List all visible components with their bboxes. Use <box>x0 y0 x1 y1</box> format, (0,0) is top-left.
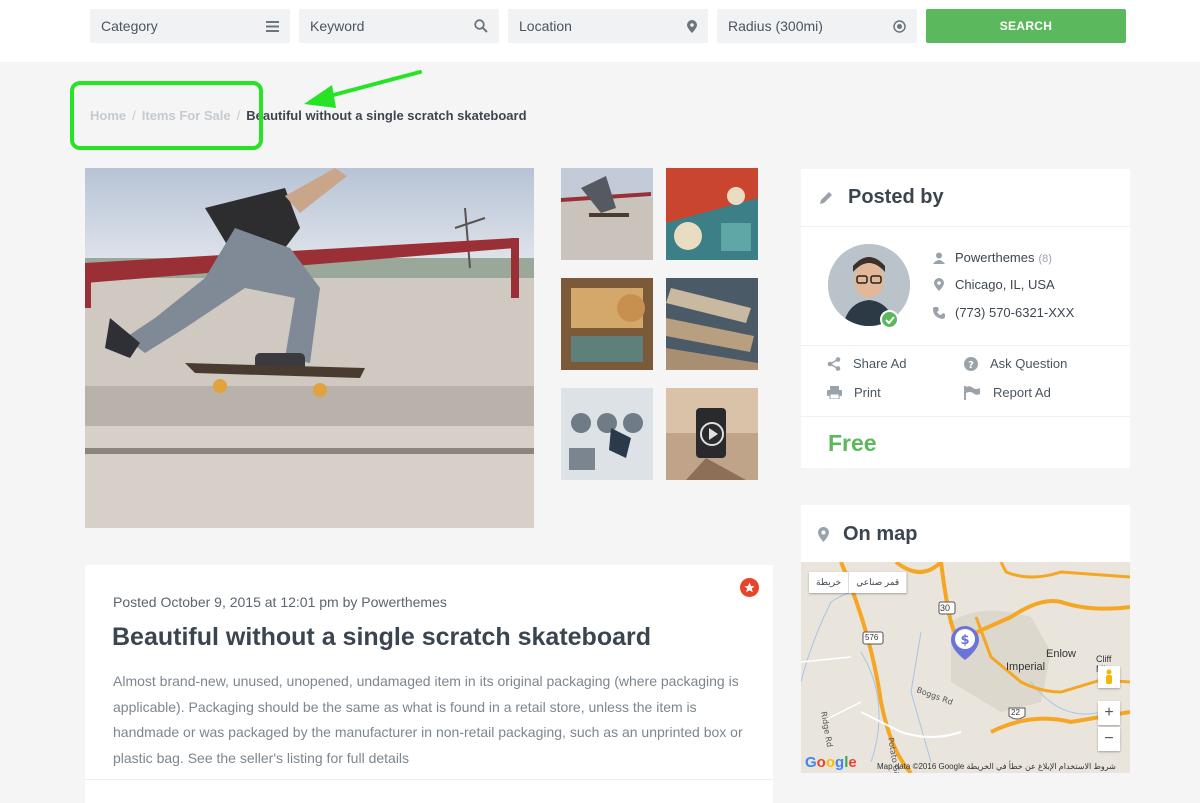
posted-by-heading: Posted by <box>848 186 944 208</box>
annotation-highlight-box <box>70 81 263 150</box>
keyword-placeholder: Keyword <box>310 18 365 34</box>
thumbnail-radio[interactable] <box>561 278 653 370</box>
on-map-heading: On map <box>843 523 918 545</box>
print-label: Print <box>854 385 881 400</box>
listing-title: Beautiful without a single scratch skate… <box>112 623 652 651</box>
menu-icon <box>266 20 279 32</box>
main-listing-photo[interactable] <box>85 168 534 528</box>
listing-details-card: Posted October 9, 2015 at 12:01 pm by Po… <box>85 565 773 803</box>
keyword-input[interactable]: Keyword <box>299 9 499 43</box>
verified-check-icon <box>880 310 899 329</box>
zoom-in-button[interactable]: + <box>1098 701 1120 725</box>
annotation-arrow-icon <box>304 70 422 108</box>
ask-question-button[interactable]: ? Ask Question <box>964 356 1067 371</box>
question-icon: ? <box>964 356 978 371</box>
road-22-label: 22 <box>1011 708 1020 717</box>
map-type-satellite[interactable]: قمر صناعي <box>849 572 908 593</box>
thumbnail-boats[interactable] <box>666 278 758 370</box>
seller-phone-row: (773) 570-6321-XXX <box>933 305 1074 320</box>
price: Free <box>828 430 877 456</box>
ask-question-label: Ask Question <box>990 356 1068 371</box>
map-card: On map $ Potato Garden Run Rd <box>801 505 1130 773</box>
map-pin-icon <box>934 278 944 291</box>
location-input[interactable]: Location <box>508 9 708 43</box>
divider <box>85 779 773 780</box>
pegman-icon[interactable] <box>1098 666 1120 688</box>
imperial-label: Imperial <box>1006 661 1046 673</box>
seller-ad-count: (8) <box>1038 253 1052 265</box>
seller-location-row: Chicago, IL, USA <box>933 277 1055 292</box>
category-select[interactable]: Category <box>90 9 290 43</box>
seller-name[interactable]: Powerthemes <box>955 250 1034 265</box>
posted-by-card: Posted by Powerthemes (8) Chicago, IL, US… <box>801 169 1130 468</box>
divider <box>801 226 1130 227</box>
divider <box>801 345 1130 346</box>
radius-select[interactable]: Radius (300mi) <box>717 9 917 43</box>
search-button[interactable]: SEARCH <box>926 9 1126 43</box>
post-meta: Posted October 9, 2015 at 12:01 pm by Po… <box>113 594 447 610</box>
svg-text:$: $ <box>960 633 969 648</box>
enlow-label: Enlow <box>1046 648 1076 660</box>
category-placeholder: Category <box>101 18 158 34</box>
google-logo: Google <box>805 754 857 771</box>
thumbnail-video[interactable] <box>666 388 758 480</box>
share-icon <box>827 356 841 371</box>
map-pin-icon <box>818 527 829 542</box>
map-pin-icon <box>687 19 697 33</box>
search-icon <box>474 19 488 33</box>
seller-location: Chicago, IL, USA <box>955 277 1055 292</box>
thumbnail-skateboard[interactable] <box>561 168 653 260</box>
svg-text:?: ? <box>968 360 974 371</box>
seller-name-row: Powerthemes (8) <box>933 250 1052 265</box>
map-attribution: Map data ©2016 Google شروط الاستخدام الإ… <box>877 762 1116 771</box>
search-bar: Category Keyword Location Radius (300mi)… <box>0 0 1200 62</box>
radius-placeholder: Radius (300mi) <box>728 18 823 34</box>
map-type-map[interactable]: خريطة <box>809 572 850 593</box>
flag-icon <box>964 385 980 400</box>
featured-star-icon <box>740 578 759 597</box>
seller-phone[interactable]: (773) 570-6321-XXX <box>955 305 1074 320</box>
map-type-switch[interactable]: خريطة قمر صناعي <box>809 572 908 593</box>
zoom-out-button[interactable]: − <box>1098 727 1120 751</box>
thumbnail-pinball[interactable] <box>666 168 758 260</box>
thumbnail-laundromat[interactable] <box>561 388 653 480</box>
report-ad-label: Report Ad <box>993 385 1051 400</box>
user-icon <box>933 252 945 264</box>
listing-description: Almost brand-new, unused, unopened, unda… <box>113 673 743 766</box>
share-ad-button[interactable]: Share Ad <box>827 356 907 371</box>
report-ad-button[interactable]: Report Ad <box>964 385 1051 400</box>
pencil-icon <box>820 191 832 204</box>
road-576-label: 576 <box>865 633 879 642</box>
share-ad-label: Share Ad <box>853 356 907 371</box>
google-map[interactable]: $ Potato Garden Run Rd Ridge Rd Boggs Rd… <box>801 562 1130 773</box>
phone-icon <box>933 306 945 319</box>
print-icon <box>827 386 842 399</box>
target-icon <box>893 19 906 33</box>
location-placeholder: Location <box>519 18 572 34</box>
road-30-label: 30 <box>940 603 951 613</box>
divider <box>801 416 1130 417</box>
print-button[interactable]: Print <box>827 385 881 400</box>
